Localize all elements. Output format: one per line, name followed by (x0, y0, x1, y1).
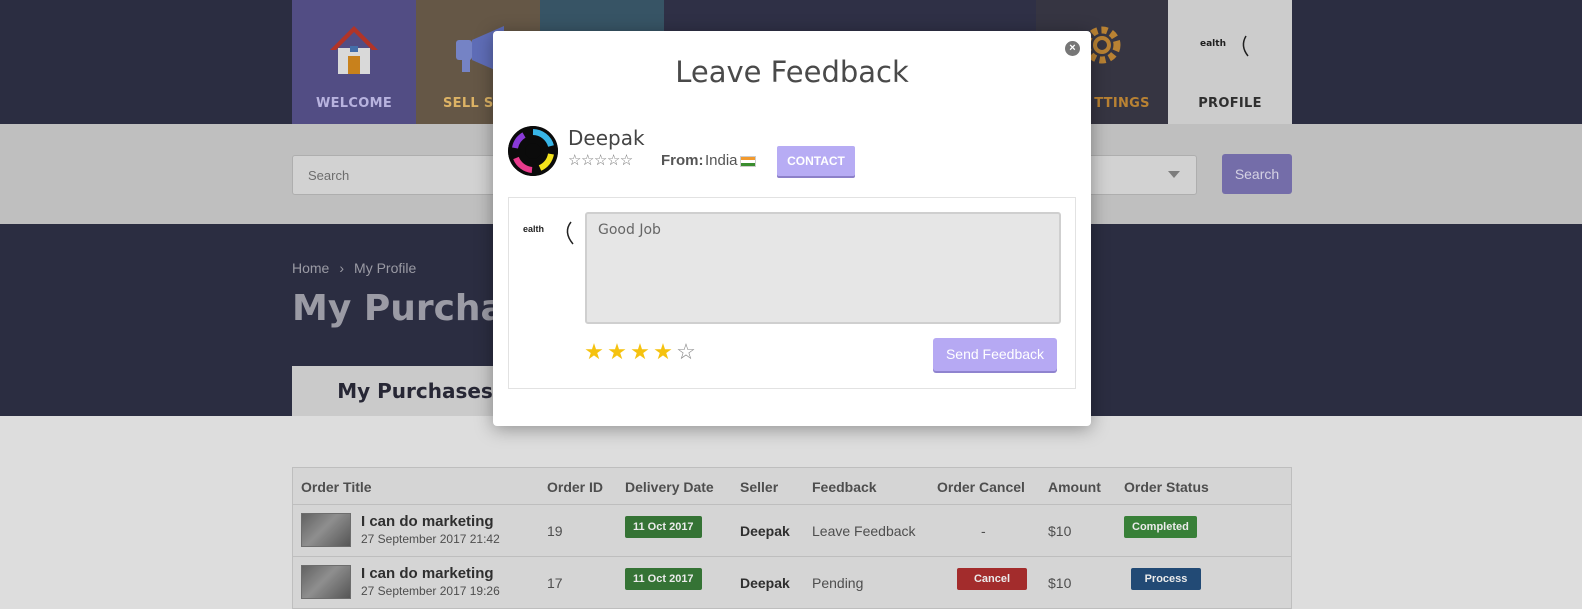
feedback-textarea[interactable]: Good Job (585, 212, 1061, 324)
star-rating-input[interactable]: ★ ★ ★ ★ ☆ (583, 339, 698, 365)
star-icon[interactable]: ★ (606, 339, 629, 365)
from-label: From: (661, 152, 704, 169)
seller-name: Deepak (568, 126, 645, 150)
contact-button[interactable]: CONTACT (777, 146, 855, 176)
send-feedback-button[interactable]: Send Feedback (933, 338, 1057, 371)
star-icon[interactable]: ☆ (675, 339, 698, 365)
user-logo: ealth (523, 218, 577, 258)
avatar (508, 126, 558, 176)
india-flag-icon (740, 156, 756, 167)
star-icon[interactable]: ★ (583, 339, 606, 365)
seller-rating-stars: ☆☆☆☆☆ (568, 152, 633, 169)
star-icon[interactable]: ★ (629, 339, 652, 365)
feedback-modal: × Leave Feedback Deepak ☆☆☆☆☆ From: Indi… (493, 31, 1091, 426)
close-icon[interactable]: × (1065, 41, 1080, 56)
star-icon[interactable]: ★ (652, 339, 675, 365)
modal-title: Leave Feedback (675, 55, 909, 89)
feedback-form: ealth Good Job ★ ★ ★ ★ ☆ Send Feedback (508, 197, 1076, 389)
country-name: India (705, 152, 738, 169)
